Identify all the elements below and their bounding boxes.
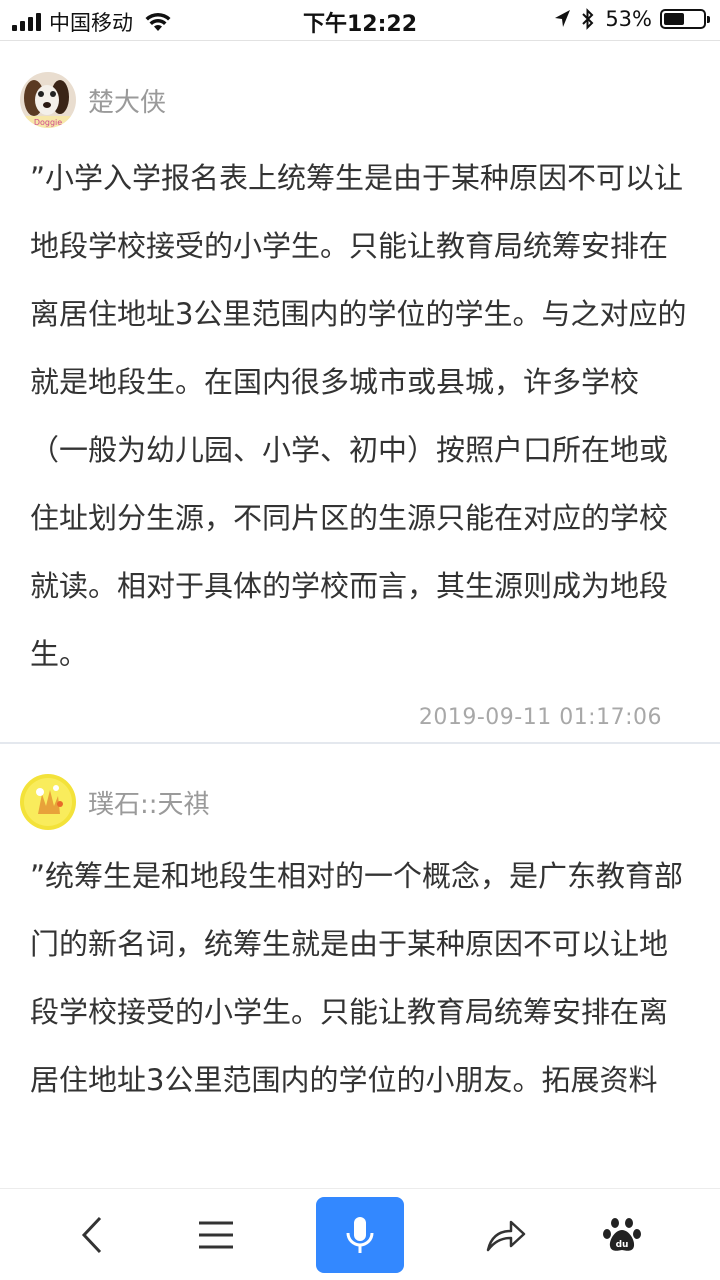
bottom-toolbar: du [0,1188,720,1280]
back-button[interactable] [62,1195,122,1275]
svg-text:du: du [616,1240,629,1250]
answer-author[interactable]: 璞石::天祺 [20,774,210,830]
status-bar-divider [0,40,720,41]
username[interactable]: 璞石::天祺 [88,784,210,821]
baidu-home-button[interactable]: du [592,1195,652,1275]
avatar[interactable]: Doggie [20,72,76,128]
answer-text: ”小学入学报名表上统筹生是由于某种原因不可以让地段学校接受的小学生。只能让教育局… [30,161,687,671]
share-icon [486,1220,526,1252]
battery-icon [660,9,710,29]
bluetooth-icon [582,8,594,30]
answer-timestamp: 2019-09-11 01:17:06 [418,705,662,730]
menu-icon [199,1221,233,1249]
battery-level [664,13,685,25]
location-arrow-icon [555,10,571,27]
menu-button[interactable] [186,1195,246,1275]
baidu-paw-icon: du [603,1218,641,1251]
share-button[interactable] [476,1195,536,1275]
username[interactable]: 楚大侠 [88,82,166,119]
svg-text:Doggie: Doggie [34,118,62,127]
answer-text: ”统筹生是和地段生相对的一个概念，是广东教育部门的新名词，统筹生就是由于某种原因… [30,859,684,1097]
back-icon [81,1216,102,1254]
answer-divider [0,742,720,744]
microphone-icon [346,1217,374,1253]
status-bar: 中国移动 下午12:22 53% [0,0,720,40]
answer-author[interactable]: Doggie 楚大侠 [20,72,166,128]
battery-percent: 53% [605,7,652,31]
avatar[interactable] [20,774,76,830]
voice-input-button[interactable] [316,1197,404,1273]
